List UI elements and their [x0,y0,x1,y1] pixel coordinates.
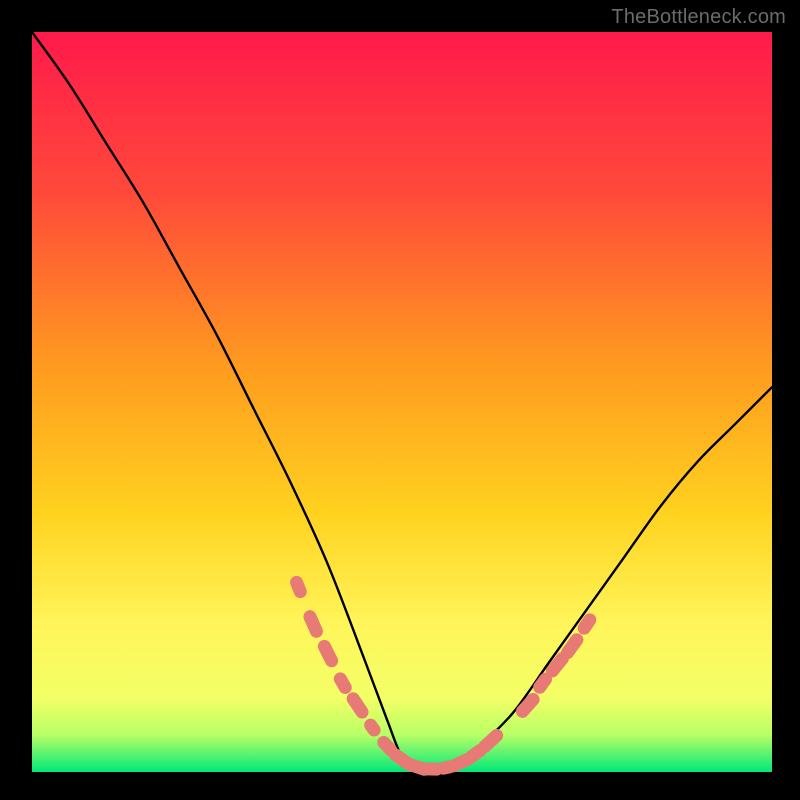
chart-stage: TheBottleneck.com [0,0,800,800]
marker-segment [567,640,576,653]
marker-segment [584,620,590,628]
marker-segment [454,759,468,766]
marker-segment [384,742,391,749]
marker-segment [552,658,562,671]
marker-segment [353,699,362,712]
marker-segment [324,646,331,660]
marker-segment [540,679,546,687]
plot-background [32,32,772,772]
marker-segment [472,751,480,757]
watermark-text: TheBottleneck.com [611,6,786,29]
marker-segment [522,699,533,711]
marker-segment [340,679,345,688]
marker-segment [371,725,375,730]
marker-segment [310,617,317,632]
marker-segment [297,582,301,591]
chart-svg [0,0,800,800]
marker-segment [485,735,497,746]
